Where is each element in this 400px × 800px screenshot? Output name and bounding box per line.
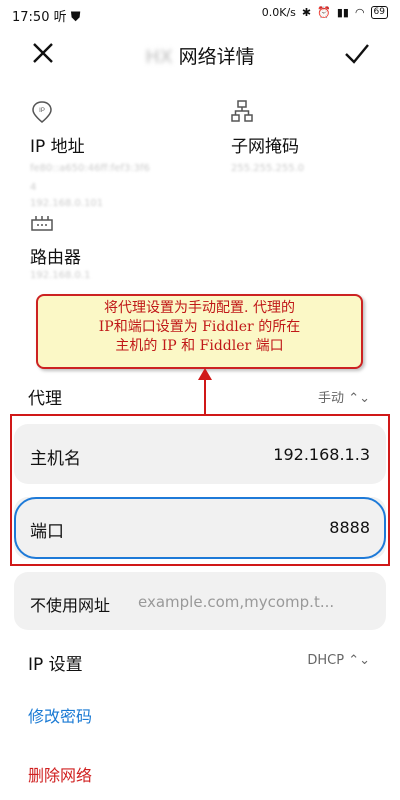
battery-icon: 69	[370, 6, 388, 19]
modify-password-link[interactable]: 修改密码	[28, 703, 92, 727]
router-label: 路由器	[30, 248, 81, 268]
annotation-arrow	[198, 368, 212, 416]
proxy-mode-value: 手动	[318, 391, 345, 406]
ip-settings-mode-selector[interactable]: DHCP ⌃⌄	[307, 653, 370, 668]
ip-settings-mode-value: DHCP	[307, 653, 345, 668]
ip-address-value-line2: 4	[30, 182, 37, 193]
delete-network-link[interactable]: 删除网络	[28, 762, 92, 786]
ip-settings-label: IP 设置	[28, 655, 83, 675]
ip-address-value-line1: fe80::a650:46ff:fef3:3f6	[30, 163, 150, 174]
page-title: HX 网络详情	[0, 42, 400, 69]
status-right-group: 0.0K/s ✱ ⏰ ▮▮ ◠ 69	[262, 6, 388, 19]
cellular-icon: ▮▮	[336, 6, 349, 19]
network-speed: 0.0K/s	[261, 6, 296, 19]
callout-line: IP和端口设置为 Fiddler 的所在	[98, 319, 301, 335]
callout-line: 将代理设置为手动配置. 代理的	[104, 300, 295, 316]
proxy-mode-selector[interactable]: 手动 ⌃⌄	[318, 387, 370, 406]
bypass-label: 不使用网址	[30, 596, 111, 615]
status-left-badge: 听	[53, 10, 67, 25]
proxy-label: 代理	[28, 389, 62, 409]
confirm-check-icon[interactable]	[343, 40, 371, 68]
bluetooth-icon: ✱	[301, 6, 312, 19]
ssid-blurred: HX	[145, 46, 173, 68]
bypass-field[interactable]: 不使用网址 example.com,mycomp.t...	[14, 572, 386, 630]
shield-icon: ⛊	[70, 10, 81, 25]
svg-text:IP: IP	[39, 108, 45, 114]
status-time: 17:50	[12, 10, 50, 25]
status-bar: 17:50 听 ⛊ 0.0K/s ✱ ⏰ ▮▮ ◠ 69	[0, 0, 400, 28]
page-title-text: 网络详情	[178, 46, 255, 68]
ip-address-label: IP 地址	[30, 137, 85, 157]
router-value: 192.168.0.1	[30, 270, 91, 281]
location-pin-icon: IP	[32, 101, 52, 123]
router-icon	[31, 216, 53, 231]
callout-line: 主机的 IP 和 Fiddler 端口	[115, 338, 284, 354]
status-time-group: 17:50 听 ⛊	[12, 6, 81, 25]
subnet-network-icon	[231, 100, 253, 122]
highlight-box-blue	[14, 497, 386, 559]
annotation-callout: 将代理设置为手动配置. 代理的 IP和端口设置为 Fiddler 的所在 主机的…	[36, 294, 363, 369]
updown-chevron-icon: ⌃⌄	[348, 653, 370, 668]
alarm-icon: ⏰	[317, 6, 331, 19]
updown-chevron-icon: ⌃⌄	[348, 391, 370, 406]
wifi-icon: ◠	[354, 6, 365, 19]
bypass-input[interactable]: example.com,mycomp.t...	[138, 593, 334, 611]
ip-address-value-line3: 192.168.0.101	[30, 198, 104, 209]
subnet-mask-label: 子网掩码	[231, 137, 299, 157]
subnet-mask-value: 255.255.255.0	[231, 163, 305, 174]
